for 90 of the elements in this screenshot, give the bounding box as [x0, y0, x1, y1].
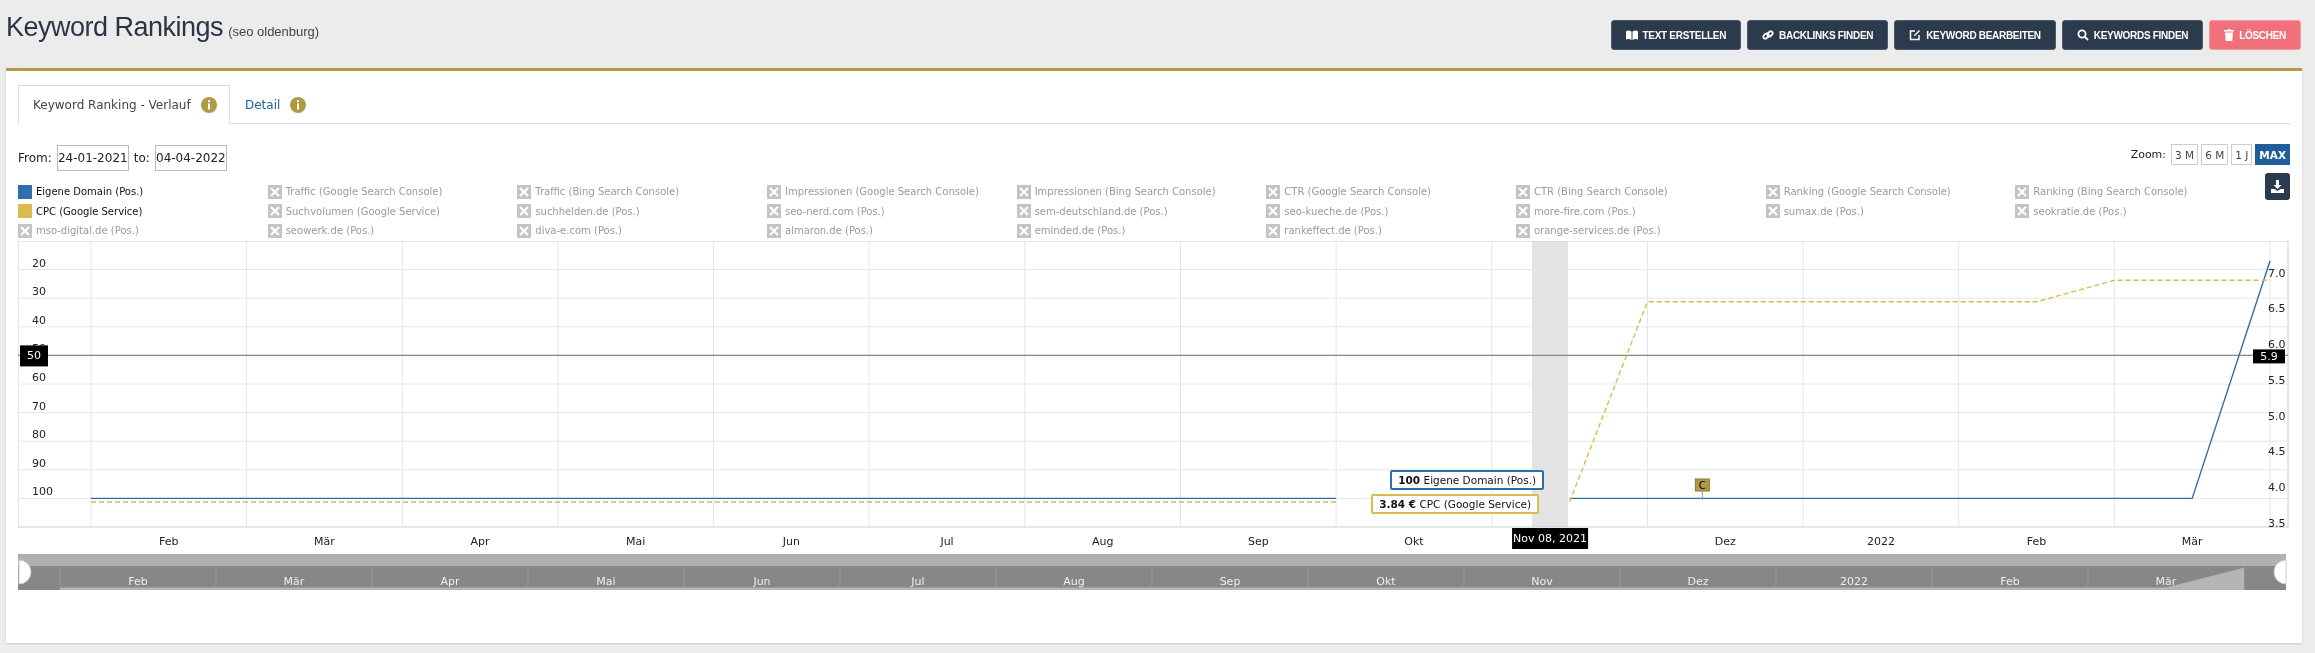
to-label: to:: [133, 151, 150, 165]
x-axis-label: Apr: [470, 534, 490, 548]
x-axis-label: Jun: [782, 534, 800, 548]
x-axis-label: Sep: [1247, 534, 1269, 548]
navigator-label: Feb: [128, 574, 148, 588]
action-button[interactable]: TEXT ERSTELLEN: [1610, 20, 1742, 50]
x-axis-label: Jul: [940, 534, 954, 548]
legend-item[interactable]: seowerk.de (Pos.): [267, 221, 518, 241]
y-axis-label: 40: [32, 313, 46, 327]
zoom-option[interactable]: 1 J: [2231, 144, 2253, 165]
zoom-label: Zoom:: [2130, 148, 2167, 161]
legend-item[interactable]: Ranking (Google Search Console): [1765, 182, 2016, 202]
from-label: From:: [18, 151, 52, 165]
navigator-label: Nov: [1531, 574, 1553, 588]
legend-item[interactable]: eminded.de (Pos.): [1016, 221, 1267, 241]
x-axis-label: Mär: [2181, 534, 2203, 548]
legend-item[interactable]: Ranking (Bing Search Console): [2015, 182, 2265, 202]
series-tooltip: 100 Eigene Domain (Pos.): [1390, 469, 1545, 490]
tab[interactable]: Detail: [230, 85, 322, 124]
x-axis-label: Mär: [314, 534, 335, 548]
y-axis-label: 60: [32, 370, 46, 384]
legend-item[interactable]: seo-nerd.com (Pos.): [767, 201, 1017, 221]
legend-item[interactable]: Traffic (Google Search Console): [267, 182, 518, 202]
navigator-label: Dez: [1687, 574, 1709, 588]
zoom-option[interactable]: 6 M: [2201, 144, 2229, 165]
y-axis-label: 4.0: [2268, 480, 2286, 494]
legend-item[interactable]: CTR (Bing Search Console): [1516, 182, 1766, 202]
action-button[interactable]: BACKLINKS FINDEN: [1747, 20, 1889, 50]
legend-item[interactable]: Traffic (Bing Search Console): [517, 182, 767, 202]
navigator-label: Okt: [1376, 574, 1396, 588]
navigator-label: Apr: [440, 574, 460, 588]
navigator-label: Sep: [1219, 574, 1241, 588]
page-title: Keyword Rankings: [6, 12, 224, 43]
legend-item[interactable]: sem-deutschland.de (Pos.): [1016, 201, 1267, 221]
y-axis-label: 5.0: [2268, 409, 2286, 423]
legend-item[interactable]: almaron.de (Pos.): [767, 221, 1017, 241]
navigator-label: Jul: [911, 574, 925, 588]
y-axis-label: 7.0: [2268, 266, 2286, 280]
x-axis-label: Aug: [1091, 534, 1114, 548]
to-date-field[interactable]: 04-04-2022: [154, 145, 227, 171]
x-axis-label: 2022: [1866, 534, 1895, 548]
page-subtitle: (seo oldenburg): [228, 24, 320, 39]
zoom-option[interactable]: 3 M: [2171, 144, 2199, 165]
legend-item[interactable]: rankeffect.de (Pos.): [1266, 221, 1516, 241]
legend-item[interactable]: Impressionen (Bing Search Console): [1016, 182, 1267, 202]
from-date-field[interactable]: 24-01-2021: [56, 145, 129, 171]
legend-item[interactable]: seokratie.de (Pos.): [2015, 201, 2265, 221]
y-axis-label: 80: [32, 427, 46, 441]
legend-item[interactable]: seo-kueche.de (Pos.): [1266, 201, 1516, 221]
legend-item[interactable]: orange-services.de (Pos.): [1516, 221, 1766, 241]
action-button[interactable]: LÖSCHEN: [2209, 20, 2301, 50]
tab[interactable]: Keyword Ranking - Verlauf: [18, 85, 230, 124]
navigator-label: Mär: [283, 574, 305, 588]
y-axis-label: 4.5: [2268, 444, 2286, 458]
y-axis-label: 5.5: [2268, 373, 2286, 387]
legend-item[interactable]: CPC (Google Service): [18, 201, 268, 221]
action-button[interactable]: KEYWORDS FINDEN: [2061, 20, 2204, 50]
legend-item[interactable]: more-fire.com (Pos.): [1516, 201, 1766, 221]
zoom-option[interactable]: MAX: [2255, 144, 2290, 165]
y-axis-label: 20: [32, 256, 46, 270]
navigator-label: Jun: [753, 574, 771, 588]
legend-item[interactable]: Eigene Domain (Pos.): [18, 182, 268, 202]
crosshair-date-label: Nov 08, 2021: [1512, 527, 1589, 549]
legend-item[interactable]: mso-digital.de (Pos.): [18, 221, 268, 241]
navigator-label: Mai: [596, 574, 616, 588]
y-axis-label: 70: [32, 399, 46, 413]
navigator-label: Mär: [2155, 574, 2177, 588]
series-tooltip: 3.84 € CPC (Google Service): [1371, 493, 1540, 514]
y-axis-label: 90: [32, 456, 46, 470]
navigator-label: Feb: [2000, 574, 2020, 588]
crosshair-value-label: 5.9: [2253, 348, 2285, 363]
y-axis-label: 3.5: [2268, 516, 2286, 530]
y-axis-label: 6.5: [2268, 301, 2286, 315]
legend-item[interactable]: diva-e.com (Pos.): [517, 221, 767, 241]
legend-item[interactable]: CTR (Google Search Console): [1266, 182, 1516, 202]
x-axis-label: Feb: [2026, 534, 2047, 548]
x-axis-label: Feb: [159, 534, 179, 548]
x-axis-label: Mai: [626, 534, 646, 548]
legend-item[interactable]: suchhelden.de (Pos.): [517, 201, 767, 221]
x-axis-label: Dez: [1714, 534, 1736, 548]
legend-item[interactable]: Suchvolumen (Google Service): [267, 201, 518, 221]
y-axis-label: 30: [32, 284, 46, 298]
legend-item[interactable]: Impressionen (Google Search Console): [767, 182, 1017, 202]
x-axis-label: Okt: [1404, 534, 1424, 548]
y-axis-label: 100: [32, 484, 53, 498]
navigator-label: 2022: [1840, 574, 1868, 588]
navigator-label: Aug: [1063, 574, 1085, 588]
action-button[interactable]: KEYWORD BEARBEITEN: [1894, 20, 2056, 50]
legend-item[interactable]: sumax.de (Pos.): [1765, 201, 2016, 221]
y-axis-label: 6.0: [2268, 337, 2286, 351]
